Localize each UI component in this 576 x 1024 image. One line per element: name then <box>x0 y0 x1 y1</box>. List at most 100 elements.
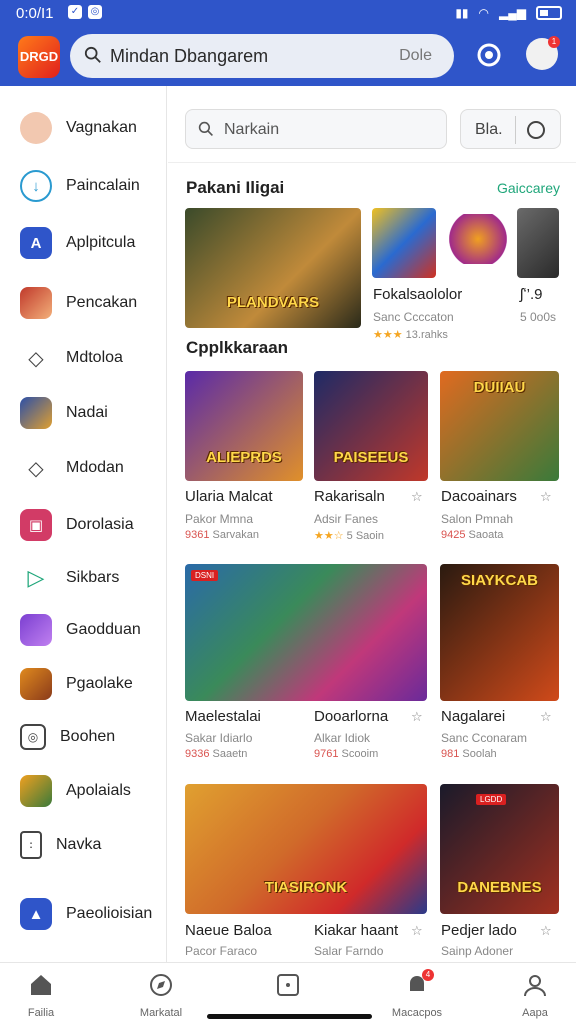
search-icon <box>84 46 101 63</box>
game-card-rating: 9761 Scooim <box>314 748 379 760</box>
game-card-thumb[interactable]: SIAYKCAB <box>440 564 559 701</box>
game-pack-icon <box>20 775 52 807</box>
game-card-title: Nagalarei <box>441 708 506 725</box>
nav-item-explore[interactable]: Markatal <box>116 973 206 1019</box>
favorite-star-icon[interactable]: ☆ <box>411 923 423 939</box>
sub-search-input[interactable]: Narkain <box>185 109 447 149</box>
avatar-girl-icon <box>20 112 52 144</box>
diamond-icon: ◇ <box>28 457 44 480</box>
featured-thumb-3[interactable] <box>517 208 559 278</box>
download-icon: ↓ <box>20 170 52 202</box>
game-card-rating: 981 Soolah <box>441 748 497 760</box>
profile-avatar[interactable]: 1 <box>526 36 560 70</box>
filter-button[interactable]: Bla. <box>460 109 561 149</box>
play-store-icon: ▷ <box>27 565 45 590</box>
featured-side-title: ʃʻ’.9 <box>520 286 543 303</box>
main-content: Narkain Bla. Pakani Iligai Gaiccarey PLA… <box>168 86 576 962</box>
profile-icon <box>524 975 546 997</box>
nav-item-messages[interactable]: 4 Macacpos <box>372 969 462 1019</box>
game-card-sub: Alkar Idiok <box>314 731 371 745</box>
game-card-sub: Sakar Idiarlo <box>185 731 253 745</box>
featured-rating: ★★★ 13.rahks <box>373 329 448 341</box>
sidebar-item-9[interactable]: Gaodduan <box>20 610 165 650</box>
search-bar[interactable]: Mindan Dbangarem Dole <box>70 34 454 78</box>
game-card-sub: Adsir Fanes <box>314 512 379 526</box>
camera-icon: ◎ <box>20 724 46 750</box>
sidebar-item-1[interactable]: ↓ Paincalain <box>20 166 165 206</box>
game-card-title: Naeue Baloa <box>185 922 272 939</box>
square-icon <box>277 974 299 996</box>
featured-thumb-1[interactable] <box>372 208 436 278</box>
sidebar-item-12[interactable]: Apolaials <box>20 771 165 811</box>
game-card-thumb[interactable]: PAISEEUS <box>314 371 428 481</box>
nav-item-home[interactable]: Failia <box>0 973 86 1019</box>
game-card-rating: 9425 Saoata <box>441 529 504 541</box>
game-card-title: Maelestalai <box>185 708 261 725</box>
cell-icon: ▂▄▆ <box>499 6 526 20</box>
favorite-star-icon[interactable]: ☆ <box>540 923 552 939</box>
game-card-thumb[interactable]: LGDD DANEBNES <box>440 784 559 914</box>
featured-sub: Sanc Ccccaton <box>373 310 454 324</box>
sidebar-item-2[interactable]: A Aplpitcula <box>20 223 165 263</box>
app-logo[interactable]: DRGD <box>18 36 60 78</box>
app-store-icon: A <box>20 227 52 259</box>
game-card-title: Dooarlorna <box>314 708 389 725</box>
game-card-thumb[interactable]: DUIIAU <box>440 371 559 481</box>
game-card-sub: Sainp Adoner <box>441 944 514 958</box>
sidebar-item-6[interactable]: ◇ Mdodan <box>20 448 165 488</box>
sidebar-item-0[interactable]: Vagnakan <box>20 108 165 148</box>
section-link[interactable]: Gaiccarey <box>497 180 560 196</box>
sidebar-item-14[interactable]: ▲ Paeolioisian <box>20 894 165 934</box>
featured-thumb-2[interactable] <box>446 214 510 264</box>
arrow-up-icon: ▲ <box>20 898 52 930</box>
filter-label: Bla. <box>475 121 503 138</box>
favorite-star-icon[interactable]: ☆ <box>540 489 552 505</box>
status-bar: 0:0/I1 ✓ ◎ ▮▮ ◠ ▂▄▆ <box>0 0 576 28</box>
game-card-title: Ularia Malcat <box>185 488 273 505</box>
sidebar-item-4[interactable]: ◇ Mdtoloa <box>20 338 165 378</box>
status-time: 0:0/I1 <box>16 5 54 22</box>
gear-icon[interactable] <box>474 40 504 70</box>
section-title: Pakani Iligai <box>186 178 285 197</box>
app-bar: DRGD Mindan Dbangarem Dole 1 <box>0 28 576 86</box>
game-card-thumb[interactable]: DSNI <box>185 564 427 701</box>
game-hero-icon <box>20 668 52 700</box>
game-card-sub: Salon Pmnah <box>441 512 514 526</box>
sidebar-item-11[interactable]: ◎ Boohen <box>20 717 165 757</box>
favorite-star-icon[interactable]: ☆ <box>411 489 423 505</box>
game-card-title: Kiakar haant <box>314 922 399 939</box>
nav-item-profile[interactable]: Aapa <box>490 973 576 1019</box>
compass-icon <box>150 974 172 996</box>
calendar-icon: ▣ <box>20 509 52 541</box>
home-icon <box>31 975 51 995</box>
sidebar-item-10[interactable]: Pgaolake <box>20 664 165 704</box>
shield-icon: ◎ <box>88 5 102 19</box>
game-purple-icon <box>20 614 52 646</box>
nav-item-center[interactable] <box>243 973 333 1002</box>
game-card-rating: 9361 Sarvakan <box>185 529 260 541</box>
game-card-thumb[interactable]: TIASIRONK <box>185 784 427 914</box>
battery-icon <box>536 6 562 20</box>
sidebar-item-5[interactable]: Nadai <box>20 393 165 433</box>
game-character-icon <box>20 287 52 319</box>
game-card-title: Pedjer lado <box>441 922 517 939</box>
location-pin-icon: ◇ <box>28 347 44 370</box>
signal-icon: ▮▮ <box>455 6 469 20</box>
sidebar-item-8[interactable]: ▷ Sikbars <box>20 558 165 598</box>
game-card-sub: Salar Farndo <box>314 944 384 958</box>
favorite-star-icon[interactable]: ☆ <box>540 709 552 725</box>
sidebar-item-3[interactable]: Pencakan <box>20 283 165 323</box>
game-card-sub: Sanc Cconaram <box>441 731 528 745</box>
game-card-rating: ★★☆ 5 Saoin <box>314 530 384 542</box>
featured-side-sub: 5 0o0s <box>520 310 557 324</box>
notification-icon: ✓ <box>68 5 82 19</box>
game-card-title: Dacoainars <box>441 488 517 505</box>
sidebar-item-13[interactable]: : Navka <box>20 825 165 865</box>
favorite-star-icon[interactable]: ☆ <box>411 709 423 725</box>
game-card-sub: Pacor Faraco <box>185 944 258 958</box>
sidebar-item-7[interactable]: ▣ Dorolasia <box>20 505 165 545</box>
game-card-sub: Pakor Mmna <box>185 512 254 526</box>
search-query[interactable]: Mindan Dbangarem <box>110 46 268 67</box>
game-card-thumb[interactable]: ALIEPRDS <box>185 371 303 481</box>
featured-banner[interactable]: PLANDVARS <box>185 208 361 328</box>
